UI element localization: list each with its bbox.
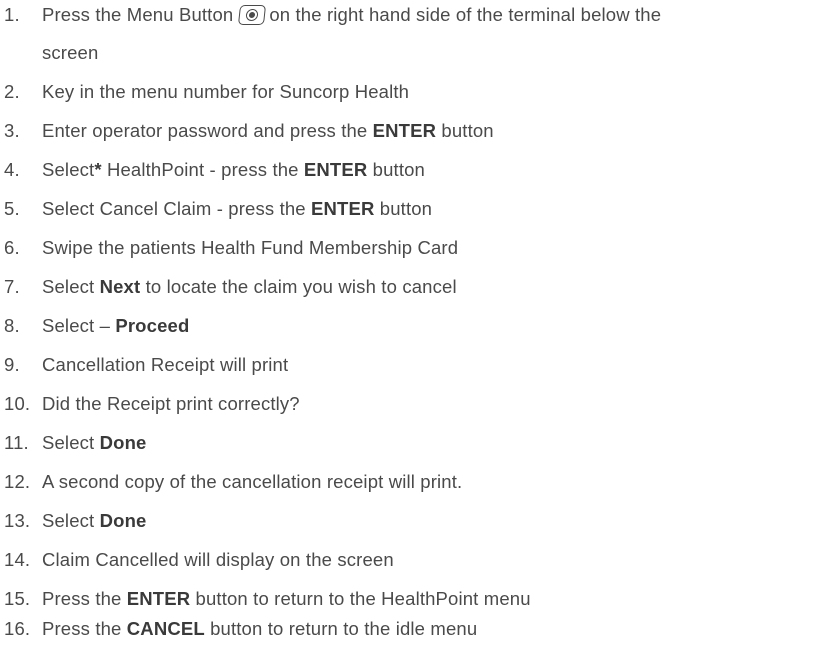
step-text: Claim Cancelled will display on the scre… [42,549,394,570]
menu-button-icon-dot [248,11,256,18]
step-number: 6. [4,237,20,258]
step-text: Key in the menu number for Suncorp Healt… [42,81,410,102]
step-text: Press the CANCEL button to return to the… [42,614,477,644]
step-text-bold: ENTER [303,159,368,180]
step-text: Swipe the patients Health Fund Membershi… [42,237,459,258]
step-text: Press the ENTER button to return to the … [42,584,531,614]
step-text-bold: Next [99,276,141,297]
step-text-part: Press the Menu Button [42,4,234,25]
step-text-bold: ENTER [311,198,375,219]
step-text-part: button to return to the idle menu [204,618,478,639]
step-text-part: HealthPoint - press the [101,159,304,180]
step-text: Press the Menu Button on the right hand s… [42,0,661,30]
step-text-bold: CANCEL [126,618,205,639]
step-text: Select Next to locate the claim you wish… [42,272,457,302]
step-text-part: Select [42,432,100,453]
step-text-part: on the right hand side of the terminal b… [269,4,662,25]
step-text: Select* HealthPoint - press the ENTER bu… [42,155,425,185]
step-number: 4. [4,159,20,180]
step-text-part: Select [42,159,95,180]
step-text-part: Select Cancel Claim - press the [42,198,312,219]
step-text: Select – Proceed [42,311,189,341]
step-text-part: button [436,120,494,141]
step-number: 15. [4,588,31,609]
step-text-part: button [374,198,433,219]
step-number: 14. [4,549,31,570]
step-text-part: button to return to the HealthPoint menu [190,588,531,609]
step-number: 3. [4,120,20,141]
step-text: A second copy of the cancellation receip… [42,471,463,492]
step-number: 9. [4,354,20,375]
step-number: 2. [4,81,20,102]
step-number: 5. [4,198,20,219]
step-text-part: Select – [42,315,116,336]
step-number: 10. [4,393,31,414]
step-text-part: Select [42,276,100,297]
menu-button-icon [238,5,267,25]
step-text-bold: ENTER [126,588,191,609]
step-text-continued: screen [42,42,99,63]
step-text: Cancellation Receipt will print [42,354,289,375]
step-number: 16. [4,618,31,639]
step-number: 11. [4,432,29,453]
step-text-part: to locate the claim you wish to cancel [140,276,457,297]
step-text: Select Done [42,428,146,458]
step-text: Select Cancel Claim - press the ENTER bu… [42,194,432,224]
step-text-part: Enter operator password and press the [42,120,373,141]
step-text-bold: * [94,159,102,180]
step-text-part: Press the [42,618,127,639]
step-number: 1. [4,4,20,25]
step-number: 7. [4,276,20,297]
step-number: 13. [4,510,31,531]
step-text-part: Press the [42,588,127,609]
step-number: 8. [4,315,20,336]
step-text-bold: Done [99,510,147,531]
step-text: Select Done [42,506,146,536]
step-text-bold: ENTER [372,120,437,141]
step-text: Did the Receipt print correctly? [42,393,300,414]
step-text-part: button [367,159,425,180]
step-text-part: Select [42,510,100,531]
step-text: Enter operator password and press the EN… [42,116,494,146]
step-text-bold: Proceed [115,315,190,336]
step-number: 12. [4,471,31,492]
step-text-bold: Done [99,432,147,453]
